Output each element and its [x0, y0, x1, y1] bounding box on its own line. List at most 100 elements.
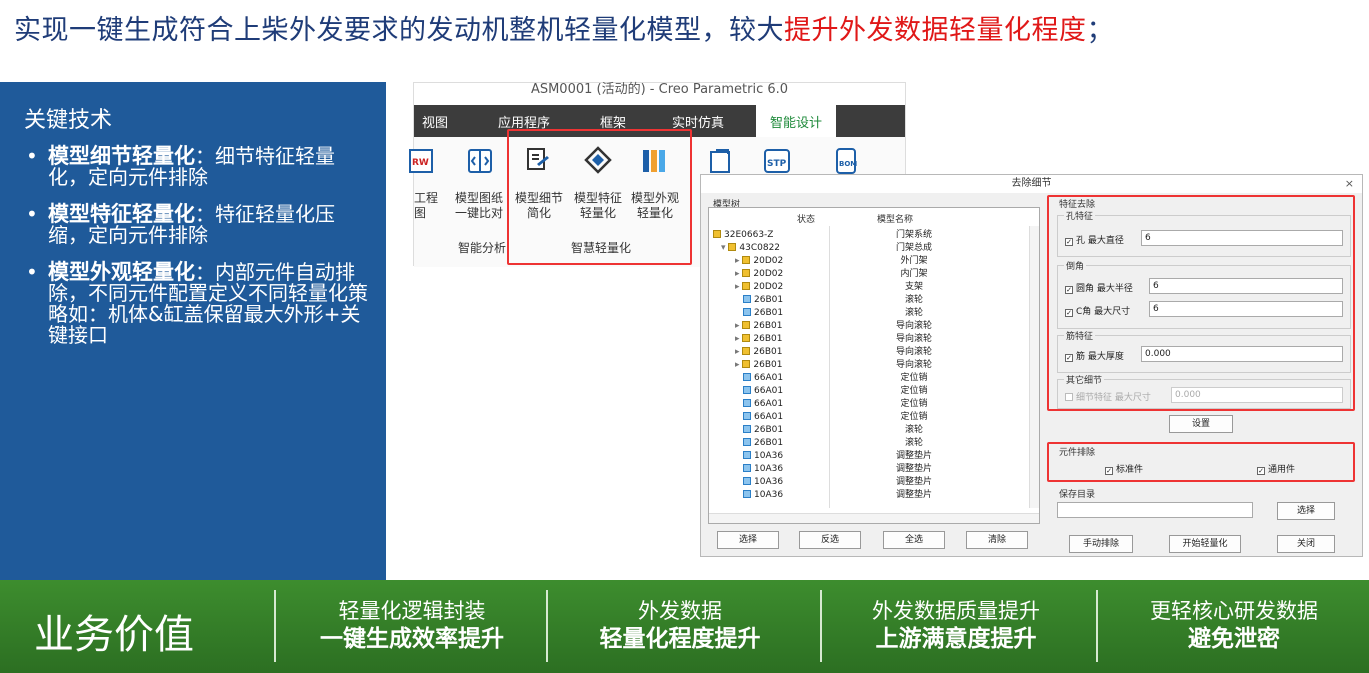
row-id-text: 66A01: [754, 399, 784, 409]
divider: [1096, 590, 1098, 662]
bullet-icon: •: [26, 202, 38, 226]
value-cell: 外发数据 轻量化程度提升: [580, 598, 780, 654]
table-row[interactable]: 26B01 滚轮: [709, 438, 1009, 448]
row-name: 门架总成: [895, 243, 932, 253]
tree-select-button[interactable]: 选择: [717, 531, 779, 549]
expand-icon[interactable]: ▸: [735, 269, 742, 279]
row-name: 定位销: [900, 373, 928, 383]
scrollbar[interactable]: [1029, 226, 1039, 508]
drawing-icon[interactable]: RW: [408, 146, 438, 176]
expand-icon[interactable]: ▸: [735, 282, 742, 292]
row-id: ▸ 20D02: [735, 282, 783, 292]
part-icon: [743, 451, 751, 459]
tree-clear-button[interactable]: 清除: [966, 531, 1028, 549]
title-end: ；: [1086, 15, 1114, 46]
expand-icon[interactable]: ▸: [735, 360, 742, 370]
row-name: 滚轮: [904, 295, 923, 305]
row-id: ▸ 26B01: [735, 347, 782, 357]
table-row[interactable]: ▾ 43C0822 门架总成: [709, 243, 1009, 253]
start-lighten-button[interactable]: 开始轻量化: [1169, 535, 1241, 553]
table-row[interactable]: 26B01 滚轮: [709, 295, 1009, 305]
browse-button[interactable]: 选择: [1277, 502, 1335, 520]
table-row[interactable]: 10A36 调整垫片: [709, 477, 1009, 487]
tree-invert-button[interactable]: 反选: [799, 531, 861, 549]
table-row[interactable]: 66A01 定位销: [709, 399, 1009, 409]
table-row[interactable]: ▸ 26B01 导向滚轮: [709, 334, 1009, 344]
row-name: 定位销: [900, 412, 928, 422]
export-icon[interactable]: [706, 146, 736, 176]
table-row[interactable]: ▸ 26B01 导向滚轮: [709, 360, 1009, 370]
row-id: 66A01: [743, 386, 783, 396]
key-tech-heading: 关键技术: [24, 108, 113, 133]
row-id-text: 10A36: [754, 464, 784, 474]
row-id: 26B01: [743, 438, 783, 448]
value-cell: 轻量化逻辑封装 一键生成效率提升: [312, 598, 512, 654]
expand-icon[interactable]: ▾: [721, 243, 728, 253]
table-row[interactable]: 66A01 定位销: [709, 386, 1009, 396]
row-name: 定位销: [900, 386, 928, 396]
part-icon: [743, 295, 751, 303]
col-name: 模型名称: [877, 215, 914, 225]
table-row[interactable]: ▸ 20D02 外门架: [709, 256, 1009, 266]
expand-icon[interactable]: ▸: [735, 334, 742, 344]
row-id-text: 43C0822: [739, 243, 781, 253]
close-icon[interactable]: ×: [1345, 177, 1354, 190]
expand-icon[interactable]: ▸: [735, 347, 742, 357]
table-row[interactable]: 66A01 定位销: [709, 373, 1009, 383]
menu-smart-design[interactable]: 智能设计: [756, 105, 837, 137]
row-name: 滚轮: [904, 438, 923, 448]
assembly-icon: [742, 334, 751, 342]
row-id-text: 26B01: [753, 347, 783, 357]
compare-icon[interactable]: [466, 146, 496, 176]
save-group-label: 保存目录: [1057, 487, 1098, 500]
table-row[interactable]: 10A36 调整垫片: [709, 451, 1009, 461]
assembly-icon: [742, 282, 751, 290]
bom-icon[interactable]: BOM: [832, 146, 862, 176]
expand-icon[interactable]: ▸: [735, 256, 742, 266]
divider: [274, 590, 276, 662]
row-id: ▸ 26B01: [735, 334, 782, 344]
row-name: 定位销: [900, 399, 928, 409]
save-path-input[interactable]: [1057, 502, 1253, 518]
manual-exclude-button[interactable]: 手动排除: [1069, 535, 1133, 553]
business-value-label: 业务价值: [34, 612, 194, 658]
menu-view[interactable]: 视图: [422, 112, 448, 131]
row-name: 导向滚轮: [895, 334, 932, 344]
row-id: 26B01: [743, 295, 783, 305]
tree-all-button[interactable]: 全选: [883, 531, 945, 549]
table-row[interactable]: 26B01 滚轮: [709, 425, 1009, 435]
assembly-icon: [742, 347, 751, 355]
table-row[interactable]: 10A36 调整垫片: [709, 464, 1009, 474]
table-row[interactable]: 26B01 滚轮: [709, 308, 1009, 318]
row-id-text: 26B01: [754, 425, 784, 435]
part-icon: [743, 308, 751, 316]
col-status: 状态: [797, 215, 816, 225]
row-id-text: 26B01: [753, 321, 783, 331]
table-row[interactable]: ▸ 20D02 内门架: [709, 269, 1009, 279]
table-row[interactable]: 10A36 调整垫片: [709, 490, 1009, 500]
model-tree[interactable]: 状态 模型名称 32E0663-Z 门架系统 ▾ 43C0822 门架总成 ▸ 20D0…: [708, 207, 1040, 524]
remove-detail-dialog: 去除细节 × 模型树 状态 模型名称 32E0663-Z 门架系统 ▾ 43C082…: [700, 174, 1363, 557]
part-icon: [743, 373, 751, 381]
stp-icon[interactable]: STP: [762, 146, 792, 176]
h-scrollbar[interactable]: [709, 513, 1039, 523]
close-button[interactable]: 关闭: [1277, 535, 1335, 553]
row-id: 66A01: [743, 399, 783, 409]
table-row[interactable]: 32E0663-Z 门架系统: [709, 230, 1009, 240]
value-cell: 更轻核心研发数据 避免泄密: [1134, 598, 1334, 654]
expand-icon[interactable]: ▸: [735, 321, 742, 331]
table-row[interactable]: ▸ 20D02 支架: [709, 282, 1009, 292]
row-name: 支架: [904, 282, 923, 292]
svg-text:BOM: BOM: [839, 160, 857, 168]
svg-text:STP: STP: [767, 159, 787, 169]
value-line2: 避免泄密: [1188, 626, 1280, 652]
row-name: 导向滚轮: [895, 360, 932, 370]
settings-button[interactable]: 设置: [1169, 415, 1233, 433]
row-name: 门架系统: [895, 230, 932, 240]
table-row[interactable]: 66A01 定位销: [709, 412, 1009, 422]
table-row[interactable]: ▸ 26B01 导向滚轮: [709, 347, 1009, 357]
assembly-icon: [742, 269, 751, 277]
part-icon: [743, 386, 751, 394]
table-row[interactable]: ▸ 26B01 导向滚轮: [709, 321, 1009, 331]
row-id: 10A36: [743, 451, 783, 461]
